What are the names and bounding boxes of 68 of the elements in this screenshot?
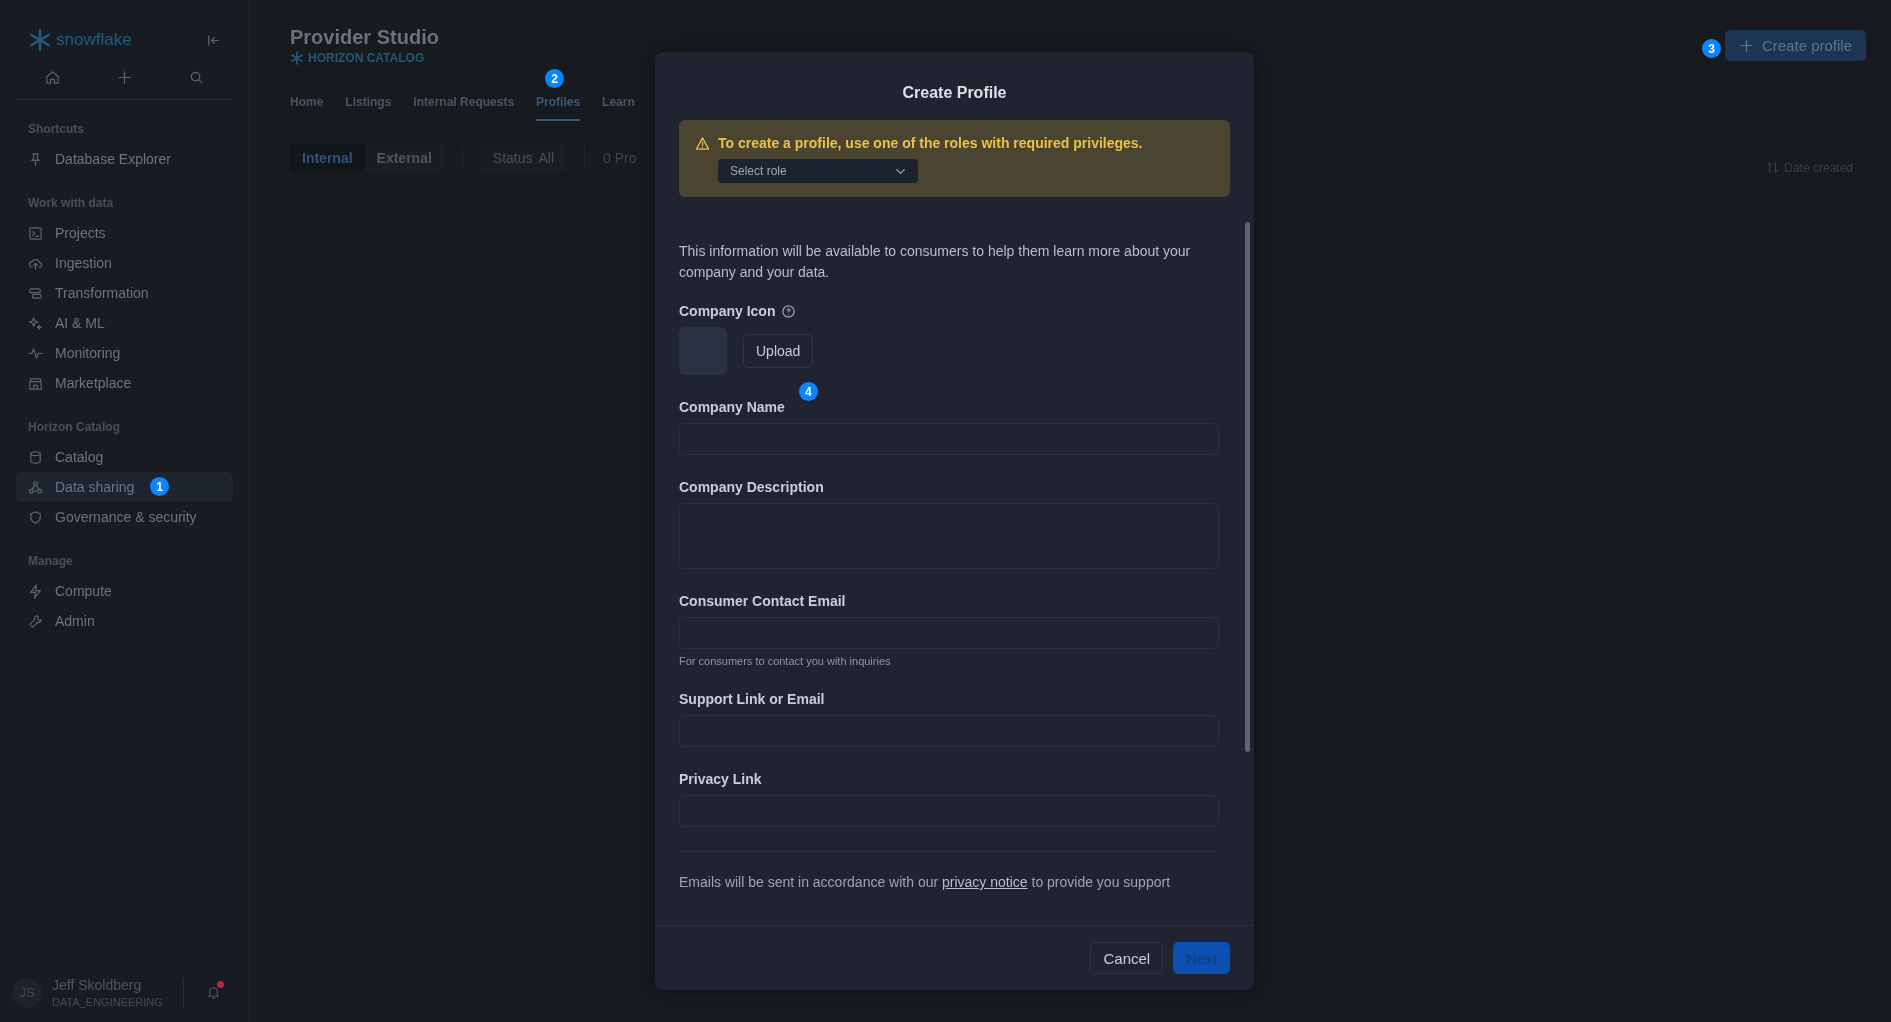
- create-profile-button[interactable]: Create profile: [1724, 30, 1866, 61]
- help-icon[interactable]: [781, 303, 797, 319]
- logo-text: snowflake: [56, 30, 132, 50]
- sparkle-icon: [28, 315, 43, 331]
- sidebar-item[interactable]: Governance & security: [16, 502, 233, 532]
- page-subtitle: HORIZON CATALOG: [308, 51, 425, 65]
- field-label: Privacy Link: [679, 771, 762, 787]
- number-badge: 1: [150, 477, 169, 496]
- tab[interactable]: Learn: [602, 95, 635, 121]
- sidebar-item[interactable]: Database Explorer: [16, 144, 233, 174]
- shield-icon: [28, 509, 43, 525]
- section-heading: Horizon Catalog: [28, 420, 121, 434]
- storefront-icon: [28, 375, 43, 391]
- tab[interactable]: Internal Requests: [413, 95, 515, 121]
- sidebar-item[interactable]: Compute: [16, 576, 233, 606]
- sidebar-item[interactable]: Admin: [16, 606, 233, 636]
- sidebar-item[interactable]: Projects: [16, 218, 233, 248]
- share-nodes-icon: [28, 479, 43, 495]
- warning-icon: [695, 136, 710, 151]
- upload-button[interactable]: Upload: [743, 334, 814, 368]
- search-icon[interactable]: [189, 70, 205, 85]
- field-label: Company Description: [679, 479, 824, 495]
- terminal-icon: [28, 225, 43, 241]
- snowflake-icon: [28, 28, 52, 52]
- sidebar-item[interactable]: Transformation: [16, 278, 233, 308]
- notice-text: Emails will be sent in accordance with our privacy notice to provide you support: [679, 874, 1172, 890]
- sidebar-item[interactable]: Catalog: [16, 442, 233, 472]
- scrollbar[interactable]: [1245, 222, 1250, 752]
- field-label: Company Icon: [679, 303, 776, 319]
- section-heading: Manage: [28, 554, 74, 568]
- collapse-icon[interactable]: [206, 32, 221, 48]
- number-badge: 4: [798, 382, 818, 401]
- wrench-icon: [28, 613, 43, 629]
- sidebar-item[interactable]: Data sharing 1: [16, 472, 233, 502]
- segment-button[interactable]: External: [364, 143, 444, 173]
- privacy-link[interactable]: privacy notice: [942, 874, 1028, 890]
- field-label: Consumer Contact Email: [679, 593, 846, 609]
- pin-icon: [28, 151, 43, 167]
- intro-text: This information will be available to consumers to help them learn more about your company and your data.: [679, 242, 1192, 282]
- lightning-icon: [28, 583, 43, 599]
- warning-text: To create a profile, use one of the roles with required privileges.: [718, 135, 1143, 151]
- field-label: Company Name: [679, 399, 785, 415]
- cancel-button[interactable]: Cancel: [1090, 942, 1164, 974]
- help-text: For consumers to contact you with inquiries: [679, 655, 892, 667]
- number-badge: 2: [545, 69, 565, 88]
- field-label: Support Link or Email: [679, 691, 825, 707]
- pulse-icon: [28, 345, 43, 361]
- home-icon[interactable]: [44, 70, 60, 85]
- plus-icon[interactable]: [117, 70, 132, 85]
- sort-icon: [1765, 160, 1781, 175]
- snowflake-icon: [290, 51, 304, 65]
- dialog-title: Create Profile: [901, 83, 1008, 103]
- sidebar-item[interactable]: Marketplace: [16, 368, 233, 398]
- sidebar-item[interactable]: Monitoring: [16, 338, 233, 368]
- section-heading: Shortcuts: [28, 122, 85, 136]
- page-title: Provider Studio: [290, 26, 439, 49]
- section-heading: Work with data: [28, 196, 115, 210]
- number-badge: 3: [1702, 39, 1721, 58]
- sidebar-item[interactable]: Ingestion: [16, 248, 233, 278]
- role-select[interactable]: Select role: [718, 159, 918, 183]
- user-name: Jeff Skoldberg: [52, 977, 143, 993]
- stacked-boxes-icon: [28, 285, 43, 301]
- tab[interactable]: Home: [290, 95, 324, 121]
- sidebar-item[interactable]: AI & ML: [16, 308, 233, 338]
- tab[interactable]: Listings: [345, 95, 392, 121]
- segment-button[interactable]: Internal: [290, 143, 365, 173]
- plus-icon: [1738, 38, 1754, 53]
- database-icon: [28, 449, 43, 465]
